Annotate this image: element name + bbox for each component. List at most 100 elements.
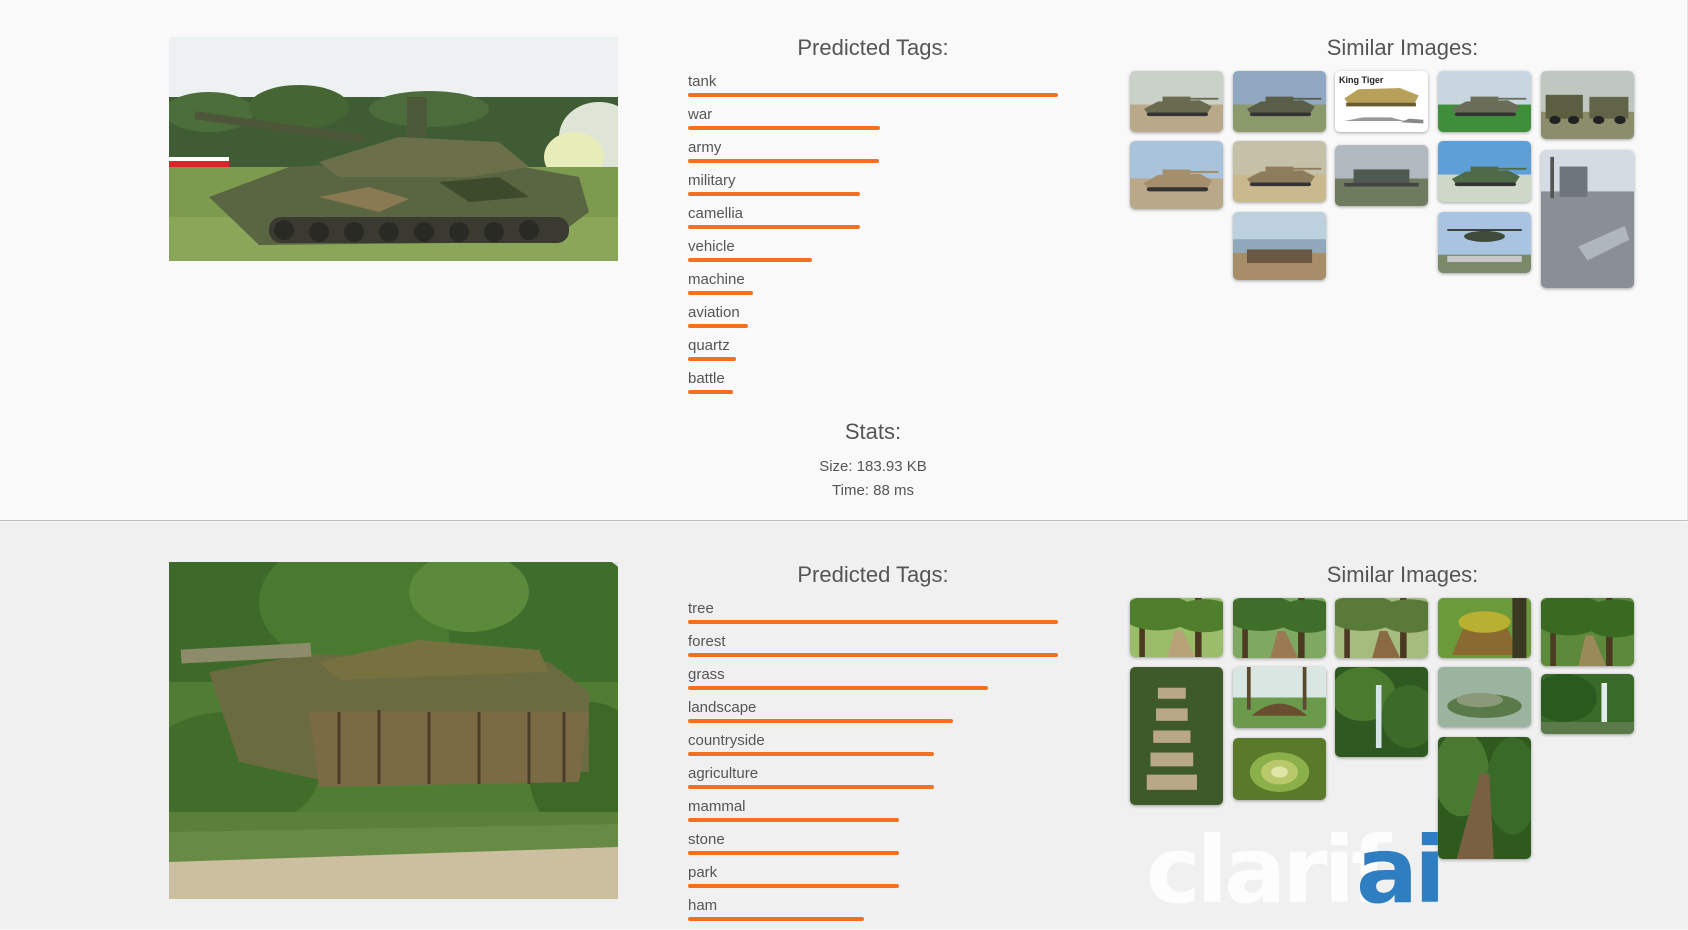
clarifai-logo: clarif ai xyxy=(1146,817,1446,924)
similar-image-thumbnail[interactable] xyxy=(1541,598,1634,666)
tag-label: war xyxy=(688,106,713,123)
tag-row: machine xyxy=(688,271,1058,304)
similar-image-thumbnail[interactable] xyxy=(1335,598,1428,658)
tag-row: forest xyxy=(688,633,1058,666)
similar-image-thumbnail[interactable] xyxy=(1438,667,1531,727)
similar-image-thumbnail[interactable] xyxy=(1130,141,1223,209)
similar-images-tank: Similar Images: King Tiger xyxy=(1130,35,1675,335)
stats-section: Stats: Size: 183.93 KB Time: 88 ms xyxy=(688,419,1058,503)
similar-image-thumbnail[interactable] xyxy=(1438,737,1531,859)
similar-image-thumbnail[interactable] xyxy=(1438,141,1531,202)
tag-row: landscape xyxy=(688,699,1058,732)
tag-row: camellia xyxy=(688,205,1058,238)
tag-score-bar xyxy=(688,324,748,328)
tag-row: military xyxy=(688,172,1058,205)
tag-score-bar xyxy=(688,785,934,789)
tag-score-bar xyxy=(688,818,899,822)
similar-image-thumbnail[interactable] xyxy=(1541,150,1634,288)
stats-size: Size: 183.93 KB xyxy=(819,458,927,475)
tag-score-bar xyxy=(688,653,1058,657)
tag-score-bar xyxy=(688,620,1058,624)
tag-label: forest xyxy=(688,633,726,650)
tag-label: quartz xyxy=(688,337,730,354)
tag-label: grass xyxy=(688,666,725,683)
tag-label: mammal xyxy=(688,798,746,815)
similar-image-thumbnail[interactable] xyxy=(1438,71,1531,132)
similar-image-thumbnail[interactable] xyxy=(1233,738,1326,800)
tag-score-bar xyxy=(688,719,953,723)
predicted-tags-title: Predicted Tags: xyxy=(797,35,949,60)
tag-row: tree xyxy=(688,600,1058,633)
result-panel-tank: Predicted Tags: tank war army military camel… xyxy=(0,0,1688,521)
predicted-tags-tank: Predicted Tags: tank war army military camel… xyxy=(688,35,1058,403)
tag-row: army xyxy=(688,139,1058,172)
tag-row: stone xyxy=(688,831,1058,864)
tag-label: landscape xyxy=(688,699,757,716)
tag-label: battle xyxy=(688,370,725,387)
tag-row: mammal xyxy=(688,798,1058,831)
tag-label: military xyxy=(688,172,736,189)
tag-row: vehicle xyxy=(688,238,1058,271)
tag-row: park xyxy=(688,864,1058,897)
similar-image-thumbnail[interactable] xyxy=(1233,667,1326,728)
tag-score-bar xyxy=(688,686,988,690)
tag-label: machine xyxy=(688,271,745,288)
stats-title: Stats: xyxy=(844,419,902,444)
tag-label: stone xyxy=(688,831,725,848)
tag-score-bar xyxy=(688,884,899,888)
similar-image-thumbnail[interactable] xyxy=(1233,598,1326,658)
tag-row: battle xyxy=(688,370,1058,403)
similar-images-title: Similar Images: xyxy=(1326,562,1479,587)
tag-row: tank xyxy=(688,73,1058,106)
thumbnail-caption: King Tiger xyxy=(1339,75,1384,85)
tag-row: quartz xyxy=(688,337,1058,370)
tag-score-bar xyxy=(688,258,812,262)
similar-image-thumbnail[interactable] xyxy=(1335,667,1428,757)
tag-score-bar xyxy=(688,225,860,229)
tag-row: agriculture xyxy=(688,765,1058,798)
similar-image-thumbnail[interactable] xyxy=(1438,598,1531,658)
tag-label: vehicle xyxy=(688,238,735,255)
tag-score-bar xyxy=(688,159,879,163)
tag-row: countryside xyxy=(688,732,1058,765)
tag-row: aviation xyxy=(688,304,1058,337)
main-image-tank xyxy=(164,37,639,261)
tag-row: war xyxy=(688,106,1058,139)
similar-image-thumbnail[interactable] xyxy=(1130,71,1223,132)
tag-label: camellia xyxy=(688,205,744,222)
tag-score-bar xyxy=(688,917,864,921)
tag-label: tank xyxy=(688,73,717,90)
stats-time: Time: 88 ms xyxy=(832,482,914,499)
similar-image-thumbnail[interactable] xyxy=(1438,212,1531,273)
tag-score-bar xyxy=(688,390,733,394)
similar-image-thumbnail[interactable] xyxy=(1541,71,1634,139)
tag-score-bar xyxy=(688,752,934,756)
tag-label: park xyxy=(688,864,718,881)
similar-images-title: Similar Images: xyxy=(1326,35,1479,60)
tag-label: countryside xyxy=(688,732,765,749)
main-image-forest-tank xyxy=(139,532,649,899)
tag-score-bar xyxy=(688,93,1058,97)
predicted-tags-forest: Predicted Tags: tree forest grass landscape… xyxy=(688,522,1058,930)
similar-images-forest: Similar Images: xyxy=(1130,562,1675,862)
tag-score-bar xyxy=(688,192,860,196)
similar-image-thumbnail[interactable] xyxy=(1233,71,1326,132)
tag-label: aviation xyxy=(688,304,740,321)
tag-label: agriculture xyxy=(688,765,759,782)
similar-image-thumbnail[interactable] xyxy=(1130,598,1223,657)
similar-image-thumbnail[interactable] xyxy=(1233,212,1326,280)
tag-score-bar xyxy=(688,357,736,361)
tag-score-bar xyxy=(688,291,753,295)
similar-image-thumbnail[interactable] xyxy=(1130,667,1223,805)
tag-row: grass xyxy=(688,666,1058,699)
tag-score-bar xyxy=(688,851,899,855)
similar-image-thumbnail[interactable]: King Tiger xyxy=(1335,71,1428,132)
logo-text-2: ai xyxy=(1356,820,1442,915)
predicted-tags-title: Predicted Tags: xyxy=(797,562,949,587)
tag-label: army xyxy=(688,139,722,156)
tag-score-bar xyxy=(688,126,880,130)
tag-label: ham xyxy=(688,897,718,914)
similar-image-thumbnail[interactable] xyxy=(1541,674,1634,734)
similar-image-thumbnail[interactable] xyxy=(1233,141,1326,202)
similar-image-thumbnail[interactable] xyxy=(1335,145,1428,206)
